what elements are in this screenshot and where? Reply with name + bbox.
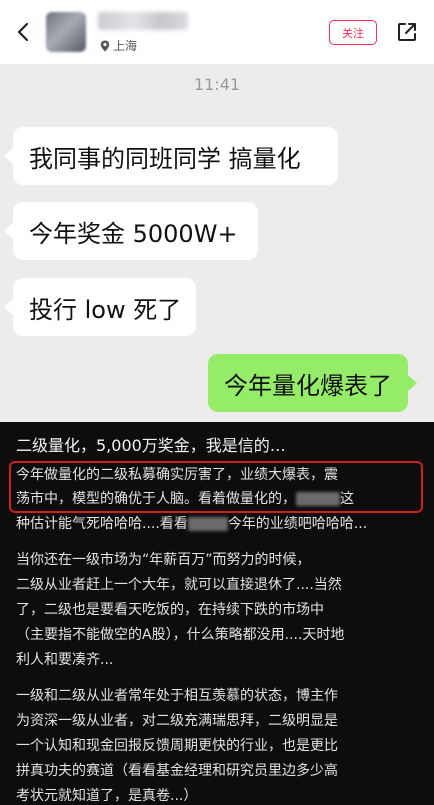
- location-text: 上海: [113, 39, 138, 53]
- text-segment: 这: [340, 491, 354, 507]
- chat-message-incoming: 我同事的同班同学 搞量化: [4, 127, 338, 185]
- username-redacted[interactable]: [98, 12, 188, 30]
- paragraph-line: 一级和二级从业者常年处于相互羡慕的状态，博主作: [16, 688, 338, 704]
- paragraph-line: 荡市中，模型的确优于人脑。看着做量化的， 这: [16, 488, 354, 508]
- back-arrow-icon[interactable]: [12, 20, 36, 44]
- paragraph-line: 一个认知和现金回报反馈周期更快的行业，也是更比: [16, 738, 338, 754]
- paragraph-line: 考状元就知道了，是真卷...）: [16, 788, 198, 804]
- chat-message-incoming: 今年奖金 5000W+: [4, 202, 258, 260]
- redacted-text: [187, 517, 228, 531]
- paragraph-line: 为资深一级从业者，对二级充满瑞思拜，二级明显是: [16, 713, 338, 729]
- text-segment: 今年的业绩吧哈哈哈...: [227, 516, 368, 532]
- avatar[interactable]: [46, 12, 86, 52]
- text-segment: 荡市中，模型的确优于人脑。看着做量化的，: [16, 491, 296, 507]
- post-headline: 二级量化，5,000万奖金，我是信的…: [16, 436, 286, 455]
- profile-header: 上海 关注: [0, 0, 434, 64]
- paragraph-line: 利人和要凑齐...: [16, 652, 114, 668]
- paragraph-line: 今年做量化的二级私募确实厉害了，业绩大爆表，震: [16, 467, 338, 483]
- text-segment: 种估计能气死哈哈哈....看看: [16, 516, 188, 532]
- paragraph-line: 种估计能气死哈哈哈....看看 今年的业绩吧哈哈哈...: [16, 513, 367, 533]
- share-icon[interactable]: [395, 20, 419, 44]
- paragraph-line: 二级从业者赶上一个大年，就可以直接退休了....当然: [16, 577, 342, 593]
- chat-message-outgoing: 今年量化爆表了: [208, 354, 417, 412]
- chat-screenshot: 11:41 我同事的同班同学 搞量化 今年奖金 5000W+ 投行 low 死了…: [0, 64, 434, 422]
- location-tag: 上海: [100, 37, 137, 54]
- paragraph-line: （主要指不能做空的A股），什么策略都没用....天时地: [16, 627, 345, 643]
- paragraph-line: 拼真功夫的赛道（看看基金经理和研究员里边多少高: [16, 763, 338, 779]
- paragraph-line: 当你还在一级市场为“年薪百万”而努力的时候，: [16, 552, 311, 568]
- redacted-text: [296, 492, 340, 506]
- follow-button[interactable]: 关注: [329, 20, 377, 45]
- chat-message-incoming: 投行 low 死了: [4, 278, 196, 336]
- location-pin-icon: [100, 40, 110, 51]
- paragraph-line: 了，二级也是要看天吃饭的，在持续下跌的市场中: [16, 602, 324, 618]
- post-body: 二级量化，5,000万奖金，我是信的… 今年做量化的二级私募确实厉害了，业绩大爆…: [0, 422, 434, 804]
- chat-timestamp: 11:41: [193, 75, 241, 94]
